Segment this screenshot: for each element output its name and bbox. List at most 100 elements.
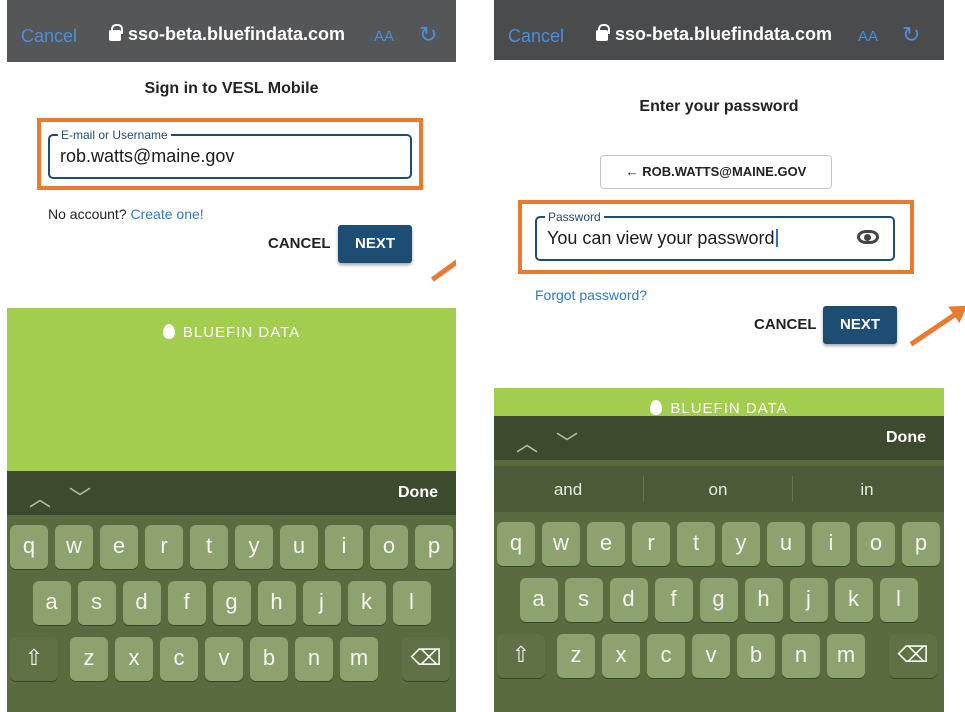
brand-logo: BLUEFIN DATA (494, 400, 944, 417)
key-z[interactable]: z (557, 634, 595, 678)
suggestion-item[interactable]: in (793, 480, 941, 500)
key-p[interactable]: p (415, 525, 453, 569)
key-s[interactable]: s (77, 581, 116, 625)
key-l[interactable]: l (879, 578, 918, 622)
keyboard: ︿ ﹀ Done q w e r t y u i o p a s d f g h j k l ⇧ z x c v b n m ⌫ (7, 471, 456, 712)
chevron-up-icon[interactable]: ︿ (516, 426, 538, 458)
password-field[interactable]: Password You can view your password (535, 210, 895, 261)
key-x[interactable]: x (602, 634, 640, 678)
key-g[interactable]: g (212, 581, 251, 625)
shift-key[interactable]: ⇧ (497, 634, 545, 678)
key-a[interactable]: a (519, 578, 558, 622)
key-b[interactable]: b (250, 637, 288, 681)
key-k[interactable]: k (834, 578, 873, 622)
email-field-value: rob.watts@maine.gov (60, 146, 235, 166)
key-l[interactable]: l (392, 581, 431, 625)
key-w[interactable]: w (55, 525, 93, 569)
done-button[interactable]: Done (886, 429, 926, 447)
key-w[interactable]: w (542, 522, 580, 566)
key-o[interactable]: o (857, 522, 895, 566)
key-r[interactable]: r (632, 522, 670, 566)
key-m[interactable]: m (827, 634, 865, 678)
brand-banner: BLUEFIN DATA (494, 388, 944, 418)
cancel-button[interactable]: CANCEL (754, 316, 817, 333)
browser-cancel-button[interactable]: Cancel (508, 26, 564, 47)
key-j[interactable]: j (789, 578, 828, 622)
key-f[interactable]: f (654, 578, 693, 622)
key-q[interactable]: q (10, 525, 48, 569)
cancel-button[interactable]: CANCEL (268, 235, 331, 252)
brand-name: BLUEFIN DATA (670, 400, 788, 417)
right-phone-screen: Cancel sso-beta.bluefindata.com AA ↻ Ent… (494, 0, 944, 712)
keyboard-toolbar: ︿ ﹀ Done (7, 471, 456, 515)
key-q[interactable]: q (497, 522, 535, 566)
suggestion-bar: and on in (494, 466, 944, 512)
key-j[interactable]: j (302, 581, 341, 625)
key-m[interactable]: m (340, 637, 378, 681)
text-size-button[interactable]: AA (858, 28, 878, 45)
page-title: Sign in to VESL Mobile (144, 80, 319, 97)
reload-icon[interactable]: ↻ (419, 22, 437, 48)
key-u[interactable]: u (280, 525, 318, 569)
account-email-chip[interactable]: ← ROB.WATTS@MAINE.GOV (600, 155, 832, 189)
key-a[interactable]: a (32, 581, 71, 625)
key-v[interactable]: v (205, 637, 243, 681)
email-field[interactable]: E-mail or Username rob.watts@maine.gov (48, 128, 412, 179)
key-n[interactable]: n (295, 637, 333, 681)
key-r[interactable]: r (145, 525, 183, 569)
next-button[interactable]: NEXT (823, 306, 897, 344)
key-p[interactable]: p (902, 522, 940, 566)
chevron-down-icon[interactable]: ﹀ (556, 426, 578, 458)
chevron-up-icon[interactable]: ︿ (29, 481, 51, 513)
forgot-password-link[interactable]: Forgot password? (535, 287, 647, 303)
key-f[interactable]: f (167, 581, 206, 625)
key-d[interactable]: d (609, 578, 648, 622)
backspace-key[interactable]: ⌫ (889, 634, 937, 678)
no-account-text: No account? (48, 206, 127, 222)
key-i[interactable]: i (812, 522, 850, 566)
left-phone-screen: Cancel sso-beta.bluefindata.com AA ↻ Sig… (7, 0, 456, 712)
keyboard: ︿ ﹀ Done and on in q w e r t y u i o p a s d f g h j k l ⇧ z… (494, 416, 944, 712)
suggestion-item[interactable]: on (644, 480, 792, 500)
key-o[interactable]: o (370, 525, 408, 569)
suggestion-item[interactable]: and (494, 480, 642, 500)
key-h[interactable]: h (257, 581, 296, 625)
key-b[interactable]: b (737, 634, 775, 678)
key-y[interactable]: y (235, 525, 273, 569)
key-t[interactable]: t (190, 525, 228, 569)
key-s[interactable]: s (564, 578, 603, 622)
key-d[interactable]: d (122, 581, 161, 625)
key-x[interactable]: x (115, 637, 153, 681)
shift-key[interactable]: ⇧ (10, 637, 58, 681)
browser-cancel-button[interactable]: Cancel (21, 26, 77, 47)
lock-icon (596, 24, 610, 41)
key-i[interactable]: i (325, 525, 363, 569)
key-y[interactable]: y (722, 522, 760, 566)
key-g[interactable]: g (699, 578, 738, 622)
key-c[interactable]: c (160, 637, 198, 681)
text-size-button[interactable]: AA (374, 28, 394, 45)
backspace-key[interactable]: ⌫ (402, 637, 450, 681)
brand-logo: BLUEFIN DATA (7, 324, 456, 341)
annotation-arrow (430, 236, 456, 282)
key-k[interactable]: k (347, 581, 386, 625)
browser-url[interactable]: sso-beta.bluefindata.com (596, 24, 832, 45)
key-v[interactable]: v (692, 634, 730, 678)
key-z[interactable]: z (70, 637, 108, 681)
done-button[interactable]: Done (398, 484, 438, 502)
key-c[interactable]: c (647, 634, 685, 678)
key-n[interactable]: n (782, 634, 820, 678)
browser-url[interactable]: sso-beta.bluefindata.com (109, 24, 345, 45)
key-e[interactable]: e (587, 522, 625, 566)
key-u[interactable]: u (767, 522, 805, 566)
keyboard-toolbar: ︿ ﹀ Done (494, 416, 944, 460)
key-e[interactable]: e (100, 525, 138, 569)
next-button[interactable]: NEXT (338, 225, 412, 263)
password-field-value: You can view your password (547, 228, 779, 249)
key-t[interactable]: t (677, 522, 715, 566)
key-h[interactable]: h (744, 578, 783, 622)
reload-icon[interactable]: ↻ (902, 22, 920, 48)
eye-icon[interactable] (857, 230, 879, 244)
create-account-link[interactable]: Create one! (131, 206, 204, 222)
chevron-down-icon[interactable]: ﹀ (69, 481, 91, 513)
